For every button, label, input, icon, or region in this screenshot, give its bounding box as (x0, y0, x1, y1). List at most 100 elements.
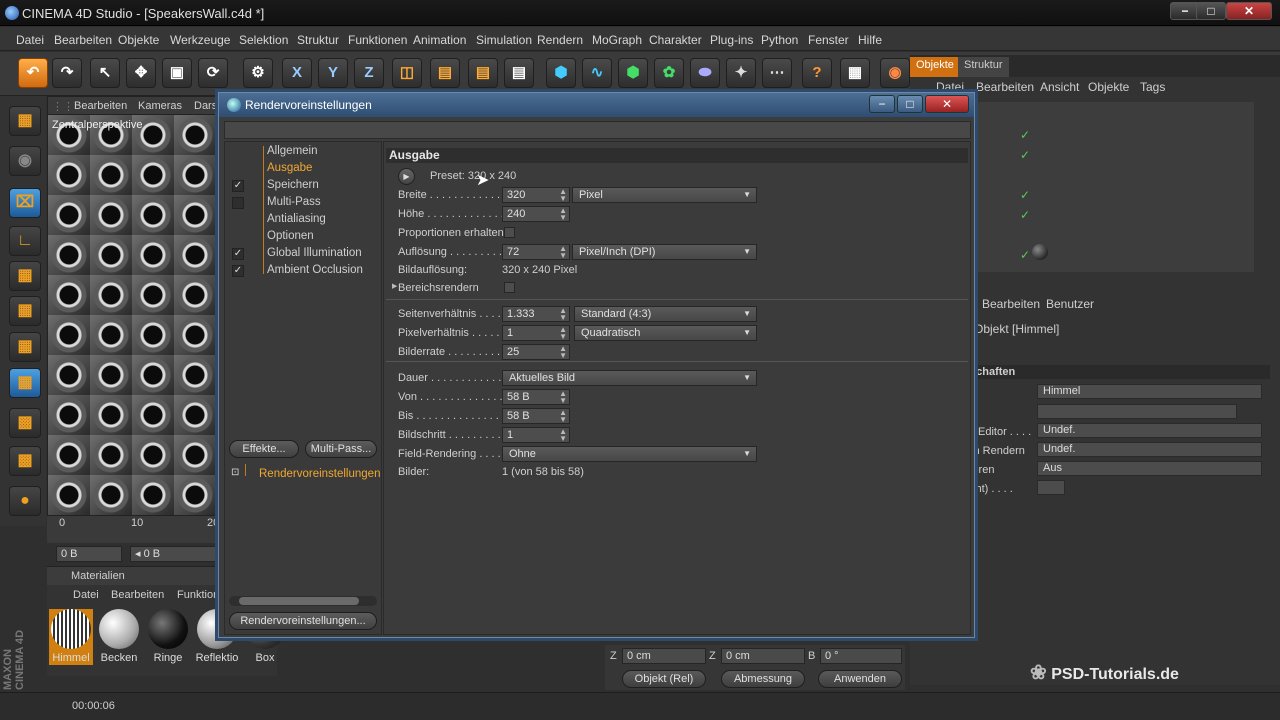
material-becken[interactable]: Becken (97, 609, 141, 665)
nav-ausgabe[interactable]: Ausgabe (267, 162, 312, 174)
effects-button[interactable]: Effekte... (229, 440, 299, 458)
menu-charakter[interactable]: Charakter (649, 33, 702, 47)
aufloesung-field[interactable]: 72 ▲ ▼ (502, 244, 570, 260)
pixelverhaeltnis-dropdown[interactable]: Quadratisch ▼ (574, 325, 757, 341)
maximize-button[interactable]: □ (1196, 2, 1226, 20)
attr-editor-dropdown[interactable]: Undef. (1037, 423, 1262, 438)
uv-icon[interactable]: ▦ (9, 368, 41, 398)
subdivision-icon[interactable]: ⬢ (618, 58, 648, 88)
checker-icon[interactable]: ▩ (9, 408, 41, 438)
von-field[interactable]: 58 B ▲ ▼ (502, 389, 570, 405)
particles-icon[interactable]: ⋯ (762, 58, 792, 88)
spinner-icon[interactable]: ▲ ▼ (559, 409, 567, 424)
z-axis-button[interactable]: Z (354, 58, 384, 88)
menu-werkzeuge[interactable]: Werkzeuge (170, 33, 230, 47)
spinner-icon[interactable]: ▲ ▼ (559, 307, 567, 322)
apply-button[interactable]: Anwenden (818, 670, 902, 688)
viewport[interactable]: ⋮⋮ Bearbeiten Kameras Darst Zentralpersp… (47, 96, 222, 516)
menu-objekte[interactable]: Objekte (118, 33, 159, 47)
spinner-icon[interactable]: ▲ ▼ (559, 326, 567, 341)
menu-bearbeiten[interactable]: Bearbeiten (54, 33, 112, 47)
array-icon[interactable]: ✿ (654, 58, 684, 88)
spinner-icon[interactable]: ▲ ▼ (559, 188, 567, 203)
scene-icon[interactable]: ✦ (726, 58, 756, 88)
menu-plugins[interactable]: Plug-ins (710, 33, 753, 47)
coord-z-position-field[interactable]: 0 cm (622, 648, 706, 664)
bis-field[interactable]: 58 B ▲ ▼ (502, 408, 570, 424)
breite-unit-dropdown[interactable]: Pixel ▼ (572, 187, 757, 203)
speichern-checkbox[interactable]: ✓ (232, 180, 244, 192)
breite-field[interactable]: 320 ▲ ▼ (502, 187, 570, 203)
material-ringe[interactable]: Ringe (146, 609, 190, 665)
close-button[interactable]: ✕ (1226, 2, 1272, 20)
hoehe-field[interactable]: 240 ▲ ▼ (502, 206, 570, 222)
nav-antialiasing[interactable]: Antialiasing (267, 213, 326, 225)
menu-python[interactable]: Python (761, 33, 798, 47)
dauer-dropdown[interactable]: Aktuelles Bild ▼ (502, 370, 757, 386)
material-himmel[interactable]: Himmel (49, 609, 93, 665)
attr-menu-user[interactable]: Benutzer (1046, 297, 1094, 311)
spinner-icon[interactable]: ▲ ▼ (559, 390, 567, 405)
menu-datei[interactable]: Datei (16, 33, 44, 47)
deformer-icon[interactable]: ⬬ (690, 58, 720, 88)
attr-render-dropdown[interactable]: Undef. (1037, 442, 1262, 457)
nav-multipass[interactable]: Multi-Pass (267, 196, 321, 208)
render-settings-menu-button[interactable]: Rendervoreinstellungen... (229, 612, 377, 630)
bildschritt-field[interactable]: 1 ▲ ▼ (502, 427, 570, 443)
render-picture-icon[interactable]: ▤ (468, 58, 498, 88)
recent-tool-icon[interactable]: ⚙ (243, 58, 273, 88)
material-menu-file[interactable]: Datei (73, 589, 99, 601)
multipass-checkbox[interactable] (232, 197, 244, 209)
bereichsrendern-checkbox[interactable] (504, 282, 515, 293)
om-menu-tags[interactable]: Tags (1140, 80, 1165, 94)
cube-icon[interactable]: ⬢ (546, 58, 576, 88)
texture-mode-icon[interactable]: ◉ (9, 146, 41, 176)
om-menu-edit[interactable]: Bearbeiten (976, 80, 1034, 94)
gi-checkbox[interactable]: ✓ (232, 248, 244, 260)
object-axis-icon[interactable]: ⌧ (9, 188, 41, 218)
proportionen-checkbox[interactable] (504, 227, 515, 238)
viewport-menu-edit[interactable]: Bearbeiten (74, 100, 127, 112)
menu-rendern[interactable]: Rendern (537, 33, 583, 47)
ao-checkbox[interactable]: ✓ (232, 265, 244, 277)
field-rendering-dropdown[interactable]: Ohne ▼ (502, 446, 757, 462)
edges-icon[interactable]: ▦ (9, 296, 41, 326)
nav-scrollbar-thumb[interactable] (239, 597, 359, 605)
aufloesung-unit-dropdown[interactable]: Pixel/Inch (DPI) ▼ (572, 244, 757, 260)
menu-mograph[interactable]: MoGraph (592, 33, 642, 47)
menu-simulation[interactable]: Simulation (476, 33, 532, 47)
select-icon[interactable]: ↖ (90, 58, 120, 88)
nav-optionen[interactable]: Optionen (267, 230, 314, 242)
polygons-icon[interactable]: ▦ (9, 332, 41, 362)
spinner-icon[interactable]: ▲ ▼ (559, 245, 567, 260)
seitenverhaeltnis-field[interactable]: 1.333 ▲ ▼ (502, 306, 570, 322)
move-icon[interactable]: ✥ (126, 58, 156, 88)
dialog-minimize-button[interactable]: − (869, 95, 895, 113)
redo-icon[interactable]: ↷ (52, 58, 82, 88)
viewport-menu-cameras[interactable]: Kameras (138, 100, 182, 112)
render-settings-icon[interactable]: ▤ (504, 58, 534, 88)
dialog-maximize-button[interactable]: □ (897, 95, 923, 113)
material-tag-icon[interactable] (1032, 244, 1048, 260)
workplane-icon[interactable]: ▩ (9, 446, 41, 476)
bilderrate-field[interactable]: 25 ▲ ▼ (502, 344, 570, 360)
tab-structure[interactable]: Struktur (958, 57, 1009, 77)
menu-hilfe[interactable]: Hilfe (858, 33, 882, 47)
pixelverhaeltnis-field[interactable]: 1 ▲ ▼ (502, 325, 570, 341)
menu-selektion[interactable]: Selektion (239, 33, 288, 47)
timeline-current-field[interactable]: ◂ 0 B (130, 546, 220, 562)
axis-icon[interactable]: ∟ (9, 226, 41, 256)
nav-allgemein[interactable]: Allgemein (267, 145, 318, 157)
y-axis-button[interactable]: Y (318, 58, 348, 88)
x-axis-button[interactable]: X (282, 58, 312, 88)
undo-icon[interactable]: ↶ (18, 58, 48, 88)
spinner-icon[interactable]: ▲ ▼ (559, 345, 567, 360)
scale-icon[interactable]: ▣ (162, 58, 192, 88)
menu-animation[interactable]: Animation (413, 33, 466, 47)
nav-ambient-occlusion[interactable]: Ambient Occlusion (267, 264, 363, 276)
nav-speichern[interactable]: Speichern (267, 179, 319, 191)
coord-z-size-field[interactable]: 0 cm (721, 648, 805, 664)
timeline-start-field[interactable]: 0 B (56, 546, 122, 562)
om-menu-objects[interactable]: Objekte (1088, 80, 1129, 94)
attr-menu-edit[interactable]: Bearbeiten (982, 297, 1040, 311)
